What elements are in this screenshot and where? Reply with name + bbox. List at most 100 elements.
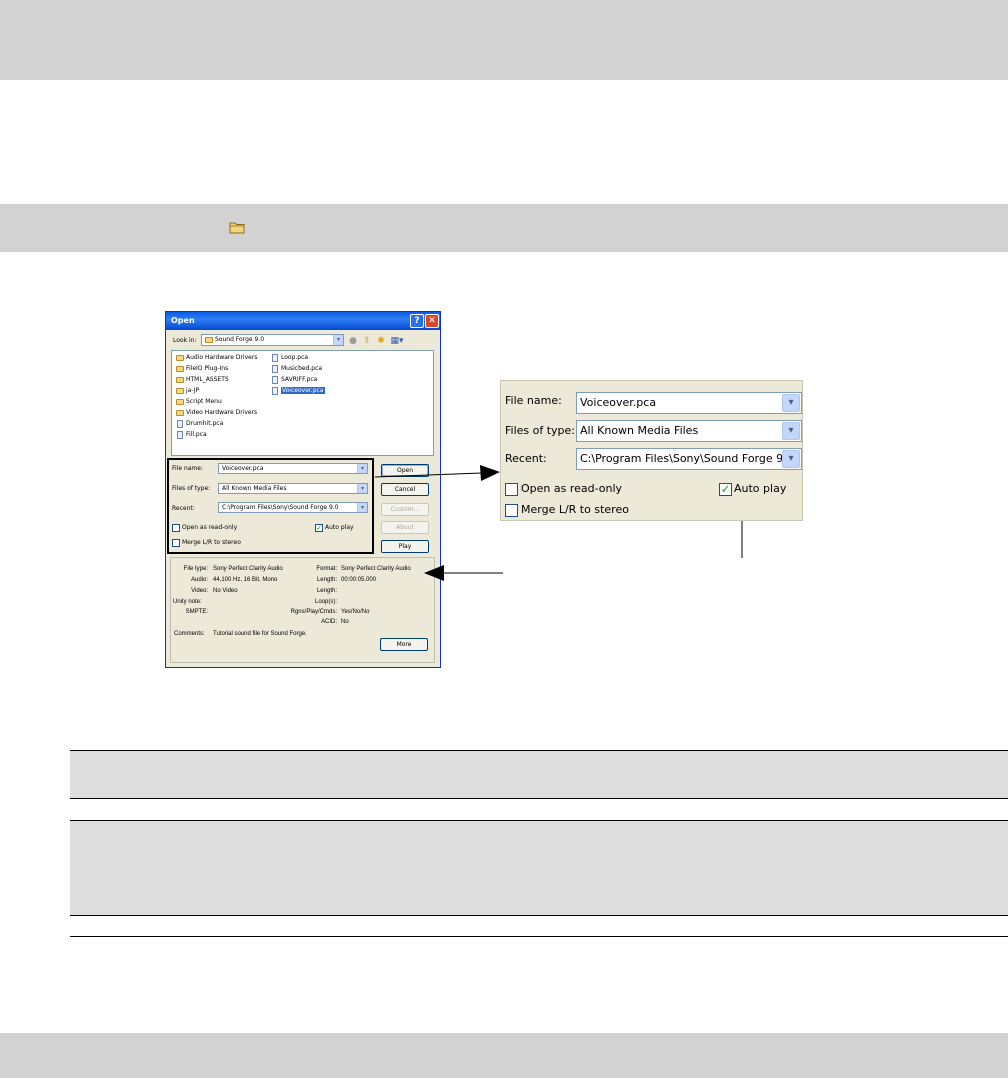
zoom-file-name-value: Voiceover.pca	[580, 396, 657, 409]
zoom-open-readonly-label: Open as read-only	[521, 482, 623, 495]
folder-icon	[176, 410, 184, 416]
file-icon	[177, 420, 183, 428]
file-type-value: Sony Perfect Clarity Audio	[213, 566, 283, 572]
zoom-recent-label: Recent:	[505, 452, 547, 465]
zoom-open-readonly-checkbox[interactable]	[505, 483, 518, 496]
table-row-band	[70, 821, 1008, 915]
file-icon	[272, 365, 278, 373]
folder-icon	[176, 366, 184, 372]
audio-value: 44,100 Hz, 16 Bit, Mono	[213, 577, 278, 583]
acid-value: No	[341, 619, 349, 625]
video-length-label: Length:	[316, 588, 337, 594]
list-item[interactable]: Audio Hardware Drivers	[176, 353, 257, 363]
list-item-label: Audio Hardware Drivers	[186, 354, 258, 361]
chevron-down-icon: ▾	[782, 450, 800, 468]
list-item[interactable]: Musicbed.pca	[271, 364, 322, 374]
new-folder-icon[interactable]: ✱	[376, 336, 386, 346]
play-button[interactable]: Play	[381, 540, 429, 553]
length-value: 00:00:05.000	[341, 577, 377, 583]
list-item-label: ja-JP	[186, 387, 200, 394]
format-value: Sony Perfect Clarity Audio	[341, 566, 411, 572]
look-in-value: Sound Forge 9.0	[215, 336, 265, 343]
look-in-select[interactable]: Sound Forge 9.0 ▾	[201, 334, 344, 346]
zoom-recent-select[interactable]: C:\Program Files\Sony\Sound Forge 9.0 ▾	[576, 448, 802, 470]
table-rule	[70, 750, 1008, 751]
list-item[interactable]: FileIO Plug-Ins	[176, 364, 228, 374]
table-rule	[70, 798, 1008, 799]
format-label: Format:	[316, 566, 337, 572]
open-button[interactable]: Open	[381, 464, 429, 477]
loops-label: Loop(s):	[314, 599, 337, 605]
view-menu-icon[interactable]: ▦▾	[390, 336, 404, 346]
close-button[interactable]: ✕	[425, 314, 439, 328]
file-icon	[272, 376, 278, 384]
zoom-merge-stereo-label: Merge L/R to stereo	[521, 503, 629, 516]
table-rule	[70, 820, 1008, 821]
list-item-label: Script Menu	[186, 398, 222, 405]
list-item-label: Fill.pca	[186, 431, 207, 438]
folder-icon	[176, 355, 184, 361]
file-icon	[177, 431, 183, 439]
acid-label: ACID:	[320, 619, 337, 625]
list-item[interactable]: Voiceover.pca	[271, 386, 325, 396]
zoom-auto-play-checkbox[interactable]: ✓	[719, 483, 732, 496]
list-item-label: Musicbed.pca	[281, 365, 323, 372]
list-item[interactable]: Script Menu	[176, 397, 222, 407]
dialog-title: Open	[166, 312, 440, 330]
footer-band	[0, 1033, 1008, 1078]
list-item-label: Drumhit.pca	[186, 420, 224, 427]
comments-value: Tutorial sound file for Sound Forge.	[213, 631, 307, 637]
cancel-button[interactable]: Cancel	[381, 483, 429, 496]
zoom-files-of-type-label: Files of type:	[505, 424, 576, 437]
video-value: No Video	[213, 588, 238, 594]
list-item[interactable]: ja-JP	[176, 386, 199, 396]
zoom-recent-value: C:\Program Files\Sony\Sound Forge 9.0	[580, 452, 794, 465]
chevron-down-icon: ▾	[782, 422, 800, 440]
list-item[interactable]: Loop.pca	[271, 353, 308, 363]
zoom-files-of-type-select[interactable]: All Known Media Files ▾	[576, 420, 802, 442]
zoom-files-of-type-value: All Known Media Files	[580, 424, 699, 437]
chevron-down-icon: ▾	[333, 335, 343, 345]
more-button[interactable]: More	[380, 638, 428, 651]
custom-button[interactable]: Custom...	[381, 503, 429, 516]
folder-icon	[176, 399, 184, 405]
file-type-label: File type:	[183, 566, 208, 572]
table-rule	[70, 936, 1008, 937]
zoom-file-name-label: File name:	[505, 394, 562, 407]
unity-note-label: Unity note:	[173, 599, 202, 605]
length-label: Length:	[316, 577, 337, 583]
list-item-label: Video Hardware Drivers	[186, 409, 258, 416]
folder-icon	[176, 388, 184, 394]
callout-arrows	[374, 465, 750, 581]
zoom-auto-play-label: Auto play	[734, 482, 787, 495]
list-item[interactable]: Video Hardware Drivers	[176, 408, 257, 418]
about-button[interactable]: About	[381, 521, 429, 534]
file-icon	[272, 354, 278, 362]
table-rule	[70, 915, 1008, 916]
file-list[interactable]: Audio Hardware Drivers FileIO Plug-Ins HTM…	[171, 350, 434, 456]
folder-icon	[176, 377, 184, 383]
rgns-label: Rgns/Play/Cmds:	[290, 609, 337, 615]
list-item[interactable]: Fill.pca	[176, 430, 207, 440]
rgns-value: Yes/No/No	[341, 609, 370, 615]
folder-icon	[205, 336, 213, 343]
comments-label: Comments:	[174, 631, 205, 637]
list-item[interactable]: SAVRIFF.pca	[271, 375, 317, 385]
folder-icon	[229, 221, 245, 239]
section-band	[0, 204, 1008, 252]
back-icon[interactable]: ●	[348, 336, 358, 346]
video-label: Video:	[191, 588, 208, 594]
list-item-label: FileIO Plug-Ins	[186, 365, 229, 372]
list-item[interactable]: Drumhit.pca	[176, 419, 223, 429]
list-item-label: HTML_ASSETS	[186, 376, 229, 383]
zoom-file-name-input[interactable]: Voiceover.pca ▾	[576, 392, 802, 414]
help-button[interactable]: ?	[410, 314, 424, 328]
zoom-merge-stereo-checkbox[interactable]	[505, 504, 518, 517]
up-folder-icon[interactable]: ⇧	[362, 336, 372, 346]
list-item[interactable]: HTML_ASSETS	[176, 375, 229, 385]
callout-highlight-box	[167, 458, 374, 554]
chevron-down-icon: ▾	[782, 394, 800, 412]
table-header-band	[70, 751, 1008, 798]
list-item-label: Voiceover.pca	[281, 387, 325, 394]
header-band	[0, 0, 1008, 80]
